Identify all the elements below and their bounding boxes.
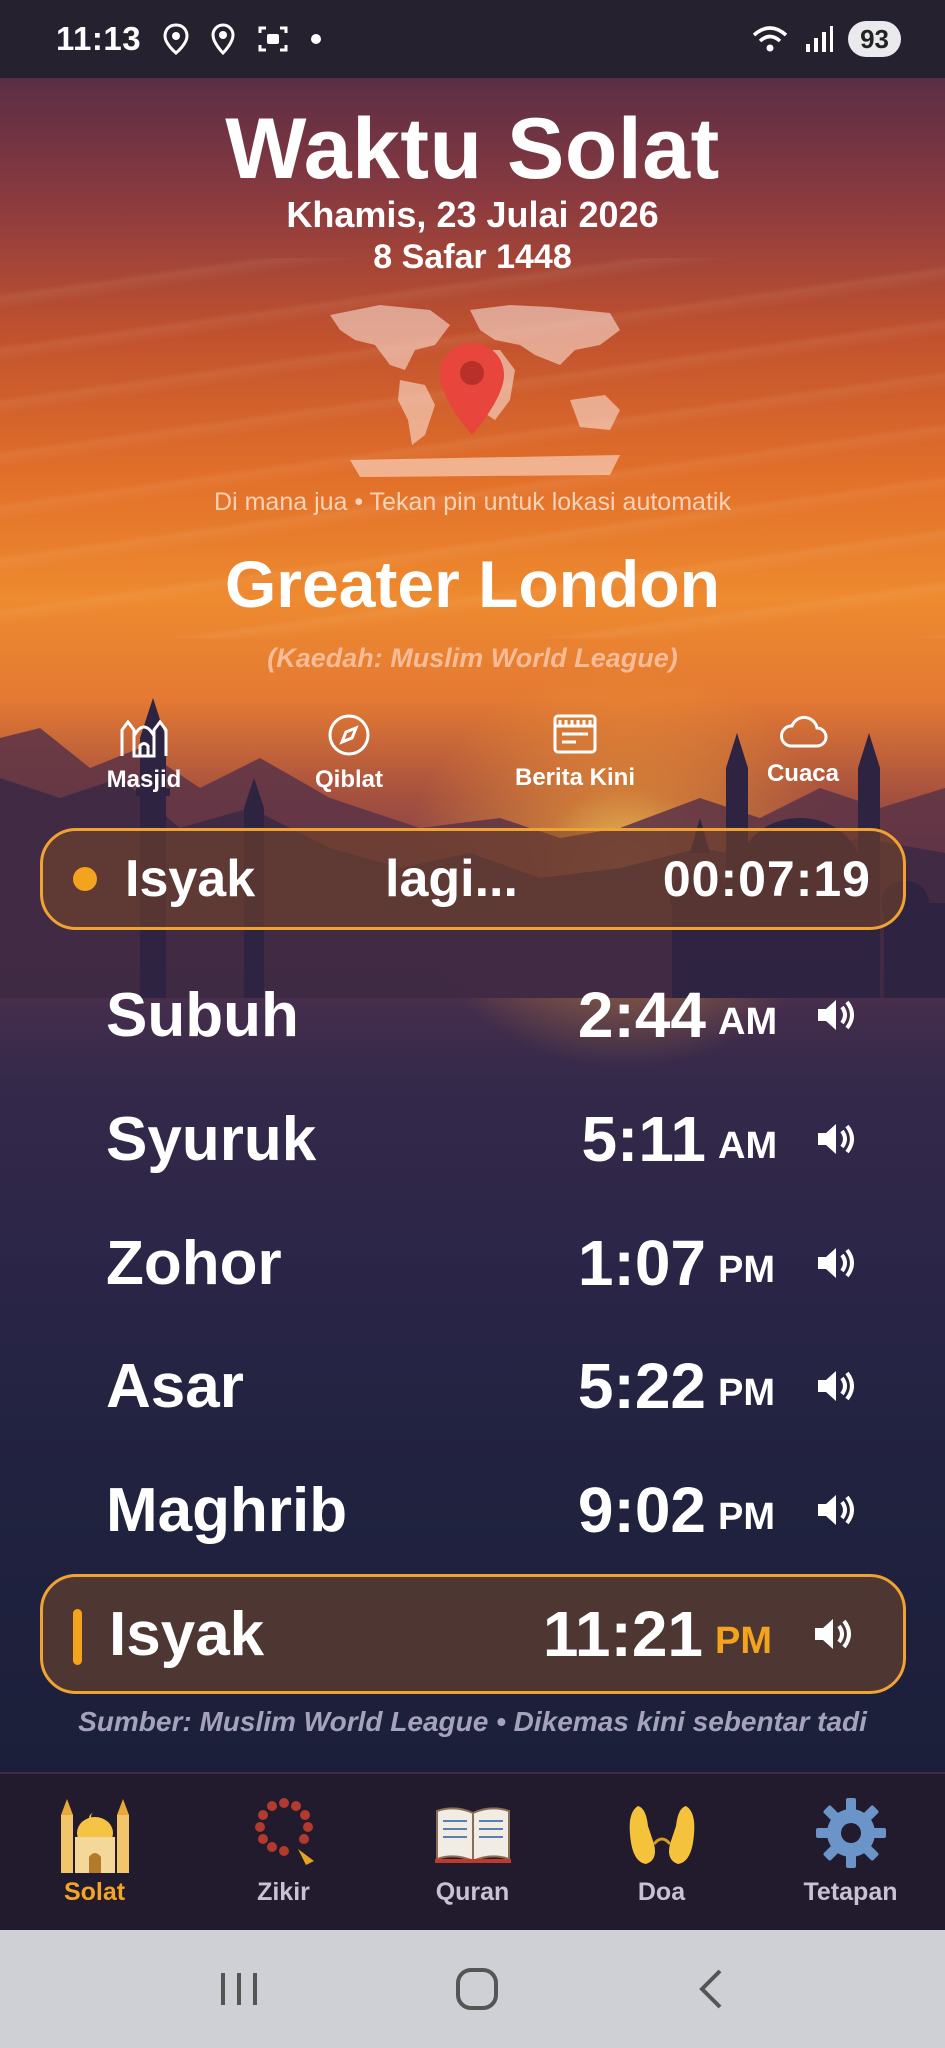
quick-action-label: Masjid (106, 766, 182, 793)
prayer-row-isyak[interactable]: Isyak 11:21 PM (40, 1574, 906, 1694)
app-screen: 11:13 93 Waktu Solat Khamis, 23 Julai 20… (0, 0, 945, 2048)
quick-action-masjid[interactable]: Masjid (64, 712, 224, 794)
status-bar: 11:13 93 (0, 0, 945, 78)
battery-level: 93 (848, 21, 901, 57)
nav-tab-doa[interactable]: Doa (567, 1774, 756, 1930)
speaker-icon[interactable] (814, 1241, 858, 1285)
recent-apps-icon[interactable] (217, 1969, 261, 2009)
location-pin-icon (211, 23, 235, 55)
quick-action-label: Cuaca (766, 760, 840, 787)
gregorian-date: Khamis, 23 Julai 2026 (286, 194, 659, 235)
nav-tab-quran[interactable]: Quran (378, 1774, 567, 1930)
nav-label: Doa (637, 1878, 686, 1906)
gear-icon (810, 1792, 892, 1874)
countdown-time: 00:07:19 (662, 851, 871, 907)
nav-tab-solat[interactable]: Solat (0, 1774, 189, 1930)
hijri-date: 8 Safar 1448 (373, 238, 572, 276)
book-icon (432, 1792, 514, 1874)
location-pin-outline-icon (163, 23, 189, 55)
speaker-icon[interactable] (811, 1612, 855, 1656)
prayer-period: PM (718, 1371, 775, 1414)
prayer-row-maghrib[interactable]: Maghrib 9:02 PM (40, 1450, 906, 1570)
home-icon[interactable] (454, 1966, 500, 2012)
nav-label: Quran (435, 1878, 510, 1906)
world-map[interactable] (320, 295, 640, 485)
speaker-icon[interactable] (814, 1117, 858, 1161)
map-pin-icon[interactable] (438, 341, 506, 437)
cloud-icon (780, 715, 828, 748)
prayer-period: PM (718, 1248, 775, 1291)
news-icon (553, 714, 597, 754)
nav-label: Solat (63, 1878, 126, 1906)
prayer-name: Subuh (106, 980, 299, 1050)
calculation-method: (Kaedah: Muslim World League) (267, 643, 678, 673)
prayer-period: AM (718, 1124, 778, 1167)
prayer-name: Maghrib (106, 1475, 348, 1545)
data-source-note: Sumber: Muslim World League • Dikemas ki… (78, 1706, 867, 1737)
bottom-navigation: Solat Zikir Quran Doa Tetapan (0, 1772, 945, 1930)
mosque-icon (54, 1792, 136, 1874)
page-title: Waktu Solat (225, 101, 720, 197)
quick-action-label: Qiblat (314, 766, 383, 793)
status-time: 11:13 (56, 20, 142, 57)
countdown-prayer-name: Isyak (125, 850, 256, 908)
wifi-icon (752, 26, 788, 52)
location-hint: Di mana jua • Tekan pin untuk lokasi aut… (214, 488, 731, 516)
prayer-row-syuruk[interactable]: Syuruk 5:11 AM (40, 1079, 906, 1199)
prayer-time: 5:22 (577, 1350, 706, 1422)
nav-label: Zikir (257, 1878, 310, 1906)
next-prayer-countdown: Isyak lagi... 00:07:19 (40, 828, 906, 930)
prayer-time: 11:21 (542, 1598, 703, 1670)
countdown-label: lagi... (385, 850, 518, 908)
quick-action-qiblat[interactable]: Qiblat (269, 712, 429, 794)
prayer-name: Syuruk (106, 1104, 317, 1174)
signal-icon (806, 26, 834, 52)
status-dot (73, 867, 97, 891)
mosque-icon (120, 719, 168, 758)
active-indicator (73, 1609, 82, 1665)
prayer-beads-icon (243, 1792, 325, 1874)
prayer-name: Isyak (109, 1599, 265, 1669)
speaker-icon[interactable] (814, 1488, 858, 1532)
prayer-name: Zohor (106, 1228, 282, 1298)
prayer-row-asar[interactable]: Asar 5:22 PM (40, 1326, 906, 1446)
speaker-icon[interactable] (814, 993, 858, 1037)
system-navigation-bar (0, 1930, 945, 2048)
nav-tab-zikir[interactable]: Zikir (189, 1774, 378, 1930)
compass-icon (328, 714, 370, 756)
prayer-time: 5:11 (581, 1103, 706, 1175)
screenshot-icon (258, 26, 288, 52)
nav-tab-tetapan[interactable]: Tetapan (756, 1774, 945, 1930)
prayer-period: AM (718, 1000, 778, 1043)
prayer-time: 2:44 (577, 979, 706, 1051)
prayer-time: 1:07 (577, 1227, 706, 1299)
praying-hands-icon (621, 1792, 703, 1874)
prayer-period: PM (718, 1495, 775, 1538)
prayer-period: PM (715, 1619, 772, 1662)
quick-action-cuaca[interactable]: Cuaca (723, 712, 883, 788)
nav-label: Tetapan (803, 1878, 898, 1906)
notification-dot-icon (311, 34, 322, 44)
prayer-row-subuh[interactable]: Subuh 2:44 AM (40, 955, 906, 1075)
prayer-name: Asar (106, 1351, 244, 1421)
prayer-time: 9:02 (577, 1474, 706, 1546)
location-name[interactable]: Greater London (0, 546, 945, 622)
speaker-icon[interactable] (814, 1364, 858, 1408)
back-icon[interactable] (694, 1967, 728, 2011)
quick-action-berita[interactable]: Berita Kini (495, 712, 655, 792)
quick-action-label: Berita Kini (514, 764, 636, 791)
prayer-row-zohor[interactable]: Zohor 1:07 PM (40, 1203, 906, 1323)
